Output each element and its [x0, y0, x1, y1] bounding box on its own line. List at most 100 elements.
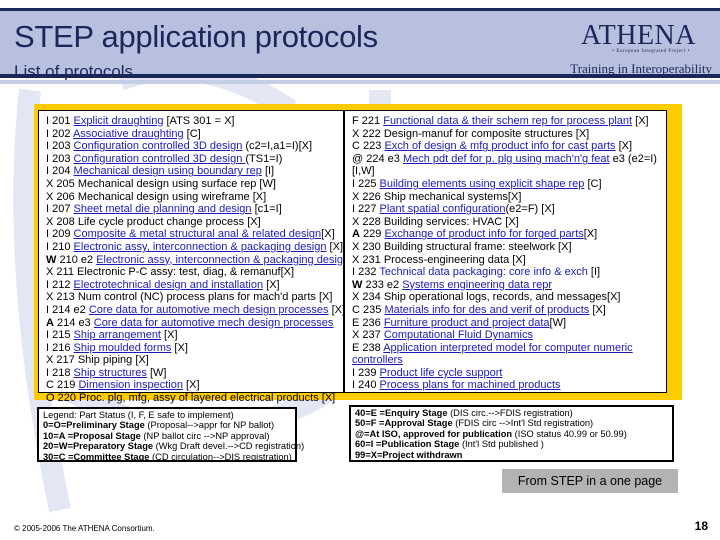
- protocol-code: 210: [52, 240, 71, 253]
- protocol-link[interactable]: Exch of design & mfg product info for ca…: [384, 140, 615, 152]
- protocol-code: 220: [57, 392, 76, 405]
- protocol-link[interactable]: Ship arrangement: [74, 329, 161, 341]
- protocol-status: A: [46, 316, 54, 329]
- protocol-link[interactable]: Core data for automotive mech design pro…: [94, 317, 334, 329]
- protocol-status: O: [46, 392, 55, 405]
- protocol-code: 235: [363, 303, 382, 316]
- protocol-link[interactable]: Core data for automotive mech design pro…: [89, 304, 329, 316]
- protocol-link[interactable]: Composite & metal structural anal & rela…: [74, 228, 322, 240]
- protocol-detail: Num control (NC) process plans for mach'…: [77, 291, 333, 304]
- protocol-status: X: [46, 215, 54, 228]
- protocol-code: 201: [52, 115, 71, 127]
- protocol-row: X 208 Life cycle product change process …: [46, 216, 343, 229]
- protocol-status: I: [46, 165, 50, 178]
- protocol-edition: e2: [386, 278, 400, 291]
- protocol-list-left: I 201 Explicit draughting [ATS 301 = X] I…: [38, 110, 349, 404]
- protocol-code: 238: [362, 341, 381, 354]
- protocol-link[interactable]: Plant spatial configuration: [380, 203, 506, 215]
- protocol-link[interactable]: Ship moulded forms: [74, 342, 172, 354]
- legend-stage: 30=C =Committee Stage: [43, 451, 150, 462]
- protocol-row: I 240 Process plans for machined product…: [352, 379, 666, 392]
- protocol-code: 219: [57, 379, 76, 392]
- protocol-row: I 203 Configuration controlled 3D design…: [46, 140, 343, 153]
- protocol-row: W 233 e2 Systems engineering data repr: [352, 279, 666, 292]
- protocol-code: 212: [52, 278, 71, 291]
- protocol-row: X 213 Num control (NC) process plans for…: [46, 291, 343, 304]
- protocol-code: 234: [362, 291, 381, 304]
- protocol-code: 215: [52, 329, 71, 342]
- page-subtitle: List of protocols: [14, 62, 134, 81]
- protocol-code: 231: [362, 253, 381, 266]
- protocol-code: 225: [358, 177, 377, 190]
- protocol-status: I: [46, 115, 50, 127]
- legend-row: 60=I =Publication Stage (Int'l Std publi…: [355, 439, 672, 449]
- legend-description: (Wkg Draft devel.-->CD registration): [153, 441, 305, 452]
- protocol-row: @ 224 e3 Mech pdt def for p. plg using m…: [352, 153, 666, 166]
- protocol-row: I 210 Electronic assy, interconnection &…: [46, 241, 343, 254]
- protocol-link[interactable]: Systems engineering data repr: [402, 279, 552, 291]
- protocol-link[interactable]: Electronic assy, interconnection & packa…: [96, 254, 349, 266]
- protocol-link[interactable]: Sheet metal die planning and design: [74, 203, 252, 215]
- protocol-status: I: [46, 329, 50, 342]
- protocol-status: X: [352, 127, 360, 140]
- protocol-row: I 202 Associative draughting [C]: [46, 128, 343, 141]
- protocol-status: C: [352, 303, 360, 316]
- protocol-code: 237: [362, 329, 381, 342]
- legend-row: 30=C =Committee Stage (CD circulation-->…: [43, 452, 295, 462]
- legend-row: @=At ISO, approved for publication (ISO …: [355, 429, 672, 439]
- protocol-link[interactable]: Configuration controlled 3D design: [74, 140, 243, 152]
- legend-stage: 99=X=Project withdrawn: [355, 449, 463, 460]
- protocol-row: X 206 Mechanical design using wireframe …: [46, 191, 343, 204]
- protocol-status: X: [46, 354, 54, 367]
- protocol-link[interactable]: Electronic assy, interconnection & packa…: [74, 241, 327, 253]
- protocol-link[interactable]: Product life cycle support: [380, 367, 503, 379]
- protocol-link[interactable]: Configuration controlled 3D design: [74, 153, 246, 165]
- protocol-link[interactable]: Ship structures: [74, 367, 147, 379]
- protocol-link[interactable]: Dimension inspection: [78, 379, 183, 391]
- protocol-detail: [X]: [583, 228, 598, 241]
- protocol-code: 216: [52, 341, 71, 354]
- protocol-link[interactable]: Explicit draughting: [74, 115, 164, 127]
- protocol-row: I 232 Technical data packaging: core inf…: [352, 266, 666, 279]
- protocol-detail: [X]: [589, 303, 606, 316]
- legend-stage: @=At ISO, approved for publication: [355, 428, 513, 439]
- protocol-code: 227: [358, 203, 377, 216]
- protocol-link[interactable]: Exchange of product info for forged part…: [384, 228, 583, 240]
- protocol-code: 233: [365, 278, 384, 291]
- protocol-status: I: [46, 228, 50, 241]
- protocol-link[interactable]: Functional data & their schem rep for pr…: [383, 115, 632, 127]
- protocol-row: X 217 Ship piping [X]: [46, 354, 343, 367]
- protocol-link[interactable]: Materials info for des and verif of prod…: [384, 304, 589, 316]
- protocol-code: 221: [361, 115, 381, 127]
- protocol-status: E: [352, 316, 360, 329]
- legend-description: (Proposal-->appr for NP ballot): [144, 420, 275, 431]
- protocol-link[interactable]: Process plans for machined products: [380, 379, 561, 391]
- legend-description: (ISO status 40.99 or 50.99): [512, 428, 627, 439]
- legend-stage: 20=W=Preparatory Stage: [43, 441, 154, 452]
- protocol-status: I: [352, 379, 356, 392]
- protocol-status: X: [46, 266, 54, 279]
- header-divider: [0, 74, 720, 78]
- protocol-code: 229: [363, 228, 382, 241]
- protocol-detail: [I]: [261, 165, 275, 178]
- legend-description: (CD circulation-->DIS registration): [149, 451, 292, 462]
- athena-logo-tagline: • European Integrated Project •: [612, 49, 690, 54]
- protocol-link[interactable]: Application interpreted model for comput…: [383, 342, 632, 354]
- protocol-row: [I,W]: [352, 165, 666, 178]
- protocol-status: X: [46, 177, 54, 190]
- protocol-link[interactable]: Building elements using explicit shape r…: [380, 178, 585, 190]
- protocol-link[interactable]: Mech pdt def for p. plg using mach'n'g f…: [403, 153, 610, 165]
- protocol-link[interactable]: Electrotechnical design and installation: [74, 279, 264, 291]
- protocol-link[interactable]: controllers: [352, 354, 403, 366]
- legend-row: 0=O=Preliminary Stage (Proposal-->appr f…: [43, 420, 295, 430]
- protocol-link[interactable]: Mechanical design using boundary rep: [74, 165, 262, 177]
- protocol-link[interactable]: Furniture product and project data: [384, 317, 550, 329]
- protocol-status: X: [352, 291, 360, 304]
- page-title: STEP application protocols: [14, 19, 378, 54]
- protocol-row: F 221 Functional data & their schem rep …: [352, 115, 666, 128]
- protocol-link[interactable]: Computational Fluid Dynamics: [384, 329, 533, 341]
- protocol-link[interactable]: Associative draughting: [73, 128, 184, 140]
- protocol-status: I: [46, 152, 50, 165]
- protocol-row: I 201 Explicit draughting [ATS 301 = X]: [46, 115, 343, 128]
- protocol-row: W 210 e2 Electronic assy, interconnectio…: [46, 254, 349, 267]
